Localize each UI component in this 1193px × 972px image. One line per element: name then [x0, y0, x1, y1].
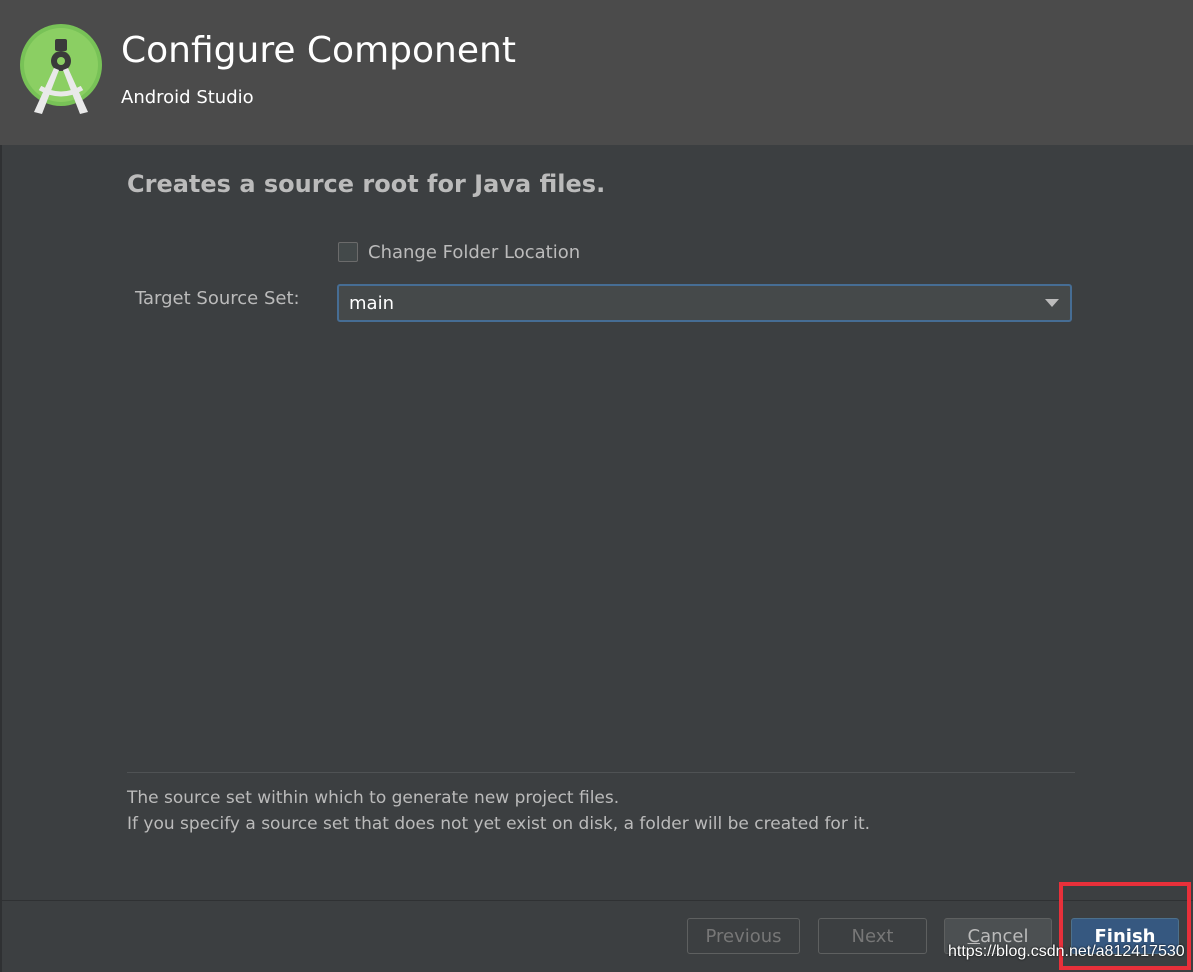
watermark: https://blog.csdn.net/a812417530: [948, 943, 1185, 960]
target-source-set-label: Target Source Set:: [135, 288, 300, 309]
footer-divider: [0, 900, 1193, 901]
target-source-set-dropdown[interactable]: main: [337, 284, 1072, 322]
dialog-subtitle: Android Studio: [121, 87, 254, 108]
page-heading: Creates a source root for Java files.: [127, 170, 606, 198]
dialog-title: Configure Component: [121, 30, 516, 71]
change-folder-location-checkbox-row[interactable]: Change Folder Location: [338, 240, 580, 264]
window-edge: [0, 145, 2, 972]
chevron-down-icon[interactable]: [1045, 299, 1059, 307]
help-text-line-1: The source set within which to generate …: [127, 788, 620, 808]
next-button[interactable]: Next: [818, 918, 927, 954]
help-text-line-2: If you specify a source set that does no…: [127, 814, 871, 834]
target-source-set-value: main: [349, 293, 394, 314]
help-text: The source set within which to generate …: [127, 785, 870, 837]
dialog-header: Configure Component Android Studio: [0, 0, 1193, 145]
change-folder-location-label[interactable]: Change Folder Location: [368, 242, 580, 263]
android-studio-icon: [20, 24, 102, 114]
change-folder-location-checkbox[interactable]: [338, 242, 358, 262]
previous-button[interactable]: Previous: [687, 918, 800, 954]
help-divider: [127, 772, 1075, 773]
